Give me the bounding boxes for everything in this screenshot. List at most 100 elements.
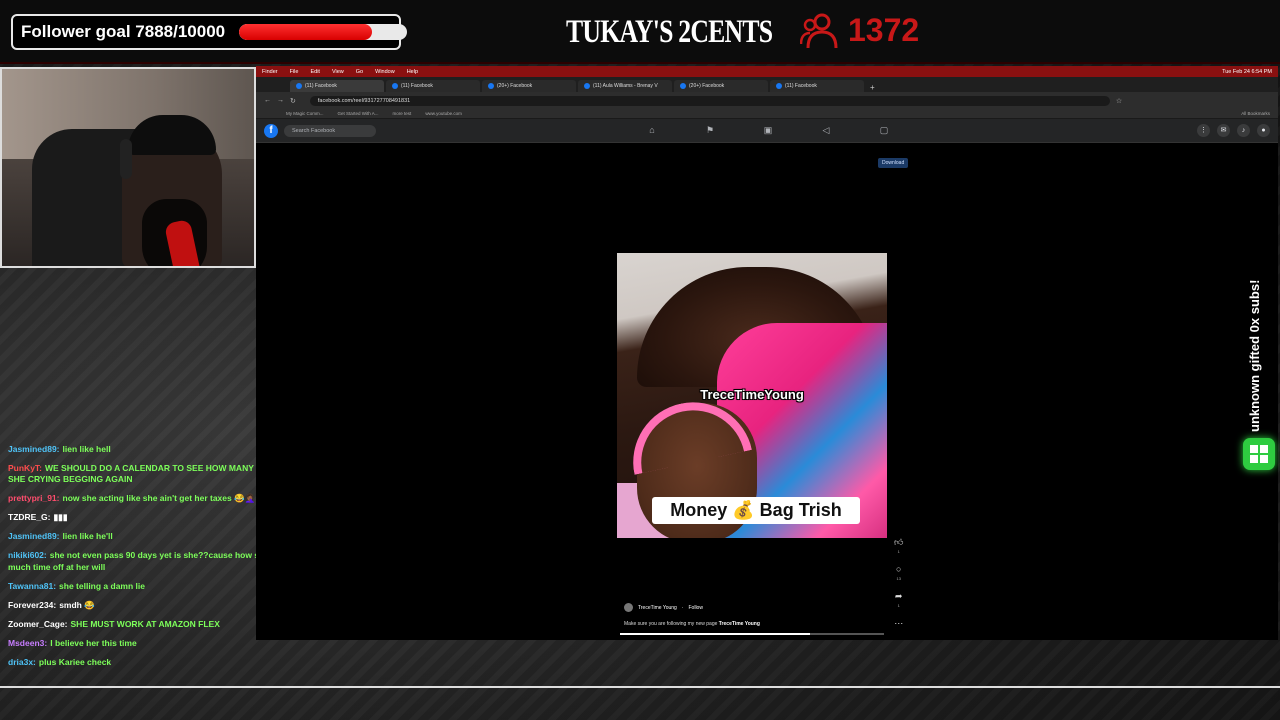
brand-logo: TUKAY'S 2CENTS (566, 14, 773, 54)
reel-description-link[interactable]: TreceTime Young (719, 621, 760, 627)
chat-username: PunKyT: (8, 462, 42, 473)
chat-text: plus Kariee check (38, 656, 112, 667)
chat-text: she not even pass 90 days yet is she??ca… (8, 550, 292, 572)
comment-icon: ○ (895, 564, 902, 574)
share-count: 1 (897, 603, 900, 608)
comment-button[interactable]: ○ 13 (896, 565, 901, 583)
sub-alert: unknown gifted 0x subs! (1247, 246, 1273, 436)
webcam-feed (0, 67, 256, 268)
menu-grid-icon[interactable]: ⋮ (1197, 124, 1210, 137)
flag-icon[interactable]: ⚑ (704, 124, 716, 136)
bottom-divider (0, 686, 1280, 688)
back-icon[interactable]: ← (264, 97, 271, 104)
browser-tab-label: (11) Facebook (305, 83, 337, 89)
browser-tab-label: (11) Facebook (785, 83, 817, 89)
reel-actions: 👍︎ 1 ○ 13 ➦ 1 ⋯ (894, 538, 903, 628)
comment-count: 13 (896, 576, 901, 581)
all-bookmarks-link[interactable]: All Bookmarks (1241, 111, 1270, 116)
webcam-headset (120, 139, 132, 179)
facebook-header-actions: ⋮ ✉ ♪ ● (1197, 124, 1270, 137)
mac-menu-bar: Finder File Edit View Go Window Help Tue Feb 24… (256, 66, 1278, 77)
mac-menu-item[interactable]: Go (356, 69, 363, 75)
chat-username: dria3x: (8, 656, 36, 667)
messenger-icon[interactable]: ✉ (1217, 124, 1230, 137)
chat-text: lien like he'll (62, 531, 113, 542)
download-button[interactable]: Download (878, 158, 909, 168)
browser-tab[interactable]: (11) Facebook (770, 80, 864, 92)
follower-goal-box: Follower goal 7888/10000 (11, 14, 407, 50)
profile-avatar[interactable]: ● (1257, 124, 1270, 137)
browser-tab-label: (20+) Facebook (497, 83, 533, 89)
chat-text: now she acting like she ain't get her ta… (62, 493, 256, 504)
mac-menu-item[interactable]: Window (375, 69, 395, 75)
home-icon[interactable]: ⌂ (646, 124, 658, 136)
video-icon[interactable]: ▣ (762, 124, 774, 136)
author-name[interactable]: TreceTime Young (638, 605, 677, 611)
bookmark-item[interactable]: My Magic Comm... (286, 111, 324, 116)
bookmark-item[interactable]: www.youtube.com (425, 111, 462, 116)
chat-text: ▮▮▮ (53, 512, 68, 523)
reel-overlay-caption: Money 💰 Bag Trish (652, 497, 860, 524)
facebook-favicon-icon (584, 83, 590, 89)
mac-menu-item[interactable]: File (290, 69, 299, 75)
notifications-bell-icon[interactable]: ♪ (1237, 124, 1250, 137)
megaphone-icon[interactable]: ◁ (820, 124, 832, 136)
bookmarks-bar: My Magic Comm... Get Started With A... mor… (256, 109, 1278, 119)
facebook-search-input[interactable]: Search Facebook (284, 124, 376, 137)
stream-top-bar: Follower goal 7888/10000 TUKAY'S 2CENTS … (0, 0, 1280, 64)
chat-text: smdh 😂 (59, 599, 95, 610)
facebook-header: f Search Facebook ⌂ ⚑ ▣ ◁ ▢ ⋮ ✉ ♪ ● (256, 119, 1278, 143)
brand-logo-text: TUKAY'S 2CENTS (566, 14, 773, 50)
bookmark-item[interactable]: more test (393, 111, 412, 116)
facebook-favicon-icon (392, 83, 398, 89)
chat-username: prettypri_91: (8, 493, 60, 504)
gaming-icon[interactable]: ▢ (878, 124, 890, 136)
new-tab-icon[interactable]: + (866, 83, 875, 92)
forward-icon[interactable]: → (277, 97, 284, 104)
chat-username: Zoomer_Cage: (8, 618, 68, 629)
bookmark-item[interactable]: Get Started With A... (338, 111, 379, 116)
viewer-count: 1372 (848, 12, 920, 48)
chat-username: nikiki602: (8, 550, 47, 561)
browser-tab[interactable]: (11) Aula Williams - Brenay V (578, 80, 672, 92)
follow-link[interactable]: Follow (689, 605, 703, 611)
share-icon: ➦ (894, 591, 903, 601)
facebook-favicon-icon (296, 83, 302, 89)
more-options-icon[interactable]: ⋯ (894, 619, 903, 628)
chat-username: Forever234: (8, 599, 57, 610)
browser-tab-label: (11) Facebook (401, 83, 433, 89)
browser-tab[interactable]: (11) Facebook (290, 80, 384, 92)
reel-progress-bar[interactable] (620, 633, 884, 635)
reel-description: Make sure you are following my new page … (624, 621, 760, 627)
mac-menu-item[interactable]: Finder (262, 69, 278, 75)
browser-window: Finder File Edit View Go Window Help Tue Feb 24… (256, 66, 1278, 640)
browser-address-bar: ← → ↻ facebook.com/reel/931727708491831 … (256, 92, 1278, 109)
chat-username: Msdeen3: (8, 637, 48, 648)
chat-text: she telling a damn lie (59, 580, 145, 591)
reload-icon[interactable]: ↻ (290, 97, 296, 105)
browser-tab-label: (20+) Facebook (689, 83, 725, 89)
browser-tab[interactable]: (11) Facebook (386, 80, 480, 92)
facebook-main-nav: ⌂ ⚑ ▣ ◁ ▢ (646, 124, 890, 136)
browser-tab[interactable]: (20+) Facebook (482, 80, 576, 92)
bookmark-star-icon[interactable]: ☆ (1116, 97, 1122, 105)
browser-tab[interactable]: (20+) Facebook (674, 80, 768, 92)
chat-username: Jasmined89: (8, 444, 60, 454)
facebook-logo-icon[interactable]: f (264, 123, 278, 138)
reel-author-row: TreceTime Young · Follow (624, 603, 703, 612)
mac-menu-item[interactable]: Help (407, 69, 418, 75)
mac-menu-item[interactable]: View (332, 69, 344, 75)
chat-text: SHE MUST WORK AT AMAZON FLEX (70, 618, 220, 629)
chat-message: dria3x: plus Kariee check (8, 657, 308, 668)
like-button[interactable]: 👍︎ 1 (894, 538, 903, 556)
mac-menu-item[interactable]: Edit (310, 69, 319, 75)
facebook-favicon-icon (488, 83, 494, 89)
like-icon: 👍︎ (894, 537, 904, 547)
chat-text: I believe her this time (50, 637, 137, 648)
author-avatar[interactable] (624, 603, 633, 612)
share-button[interactable]: ➦ 1 (895, 592, 903, 610)
url-field[interactable]: facebook.com/reel/931727708491831 (309, 95, 1110, 106)
chat-text: lien like hell (62, 444, 111, 454)
chat-username: Jasmined89: (8, 531, 60, 542)
reel-video[interactable]: TreceTimeYoung Money 💰 Bag Trish (617, 253, 887, 538)
